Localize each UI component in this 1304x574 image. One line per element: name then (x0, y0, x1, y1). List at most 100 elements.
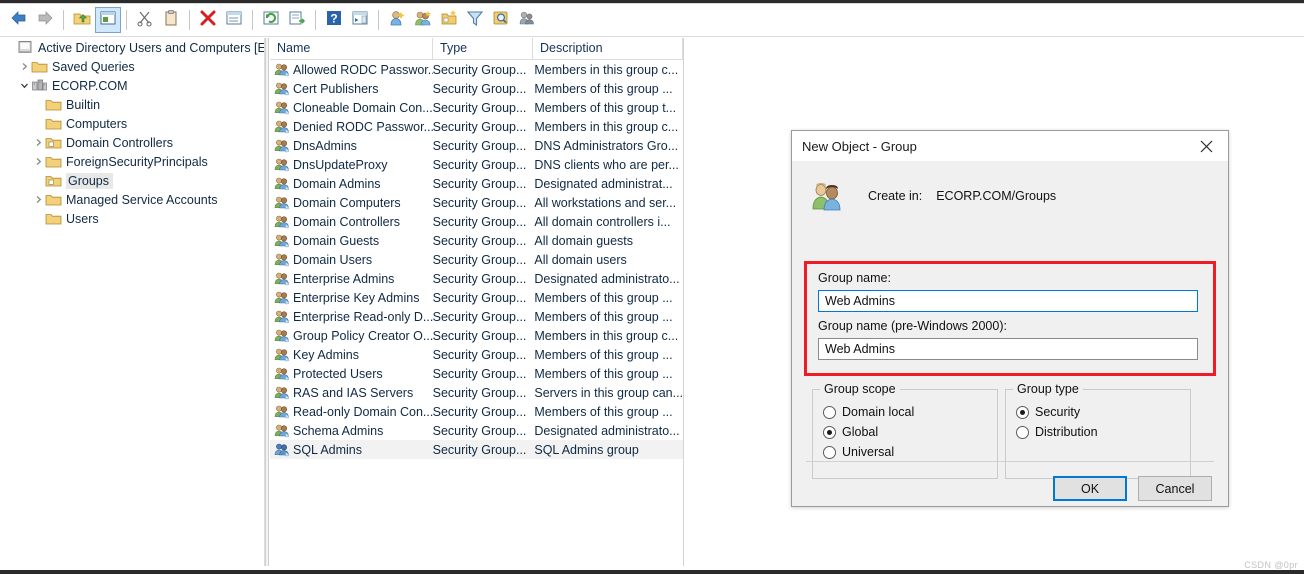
cell-name: Domain Controllers (270, 214, 433, 229)
table-row[interactable]: Key Admins Security Group... Members of th… (270, 345, 683, 364)
group-name-highlight-box: Group name: Group name (pre-Windows 2000… (804, 261, 1216, 376)
new-container-icon (440, 9, 458, 32)
table-row[interactable]: Enterprise Admins Security Group... Design… (270, 269, 683, 288)
cell-description: Members of this group ... (534, 81, 673, 96)
panel-splitter[interactable] (265, 38, 269, 566)
table-row[interactable]: Protected Users Security Group... Members … (270, 364, 683, 383)
export-list-button[interactable] (284, 7, 310, 33)
table-row[interactable]: Group Policy Creator O... Security Group.… (270, 326, 683, 345)
group-name-pre2000-input[interactable] (818, 338, 1198, 360)
back-button[interactable] (6, 7, 32, 33)
group-icon (274, 176, 293, 191)
scope-radio-domain-local[interactable]: Domain local (823, 402, 997, 422)
table-row[interactable]: Schema Admins Security Group... Designated… (270, 421, 683, 440)
chevron-down-icon[interactable] (18, 79, 31, 92)
cell-name: Allowed RODC Passwor... (270, 62, 433, 77)
table-row[interactable]: SQL Admins Security Group... SQL Admins gr… (270, 440, 683, 459)
application-window: ? Active Directory Users and Computers [… (0, 0, 1304, 574)
radio-button[interactable] (823, 445, 836, 459)
tree-item-saved-queries[interactable]: Saved Queries (0, 57, 264, 76)
table-row[interactable]: DnsAdmins Security Group... DNS Administra… (270, 136, 683, 155)
query-button[interactable] (514, 7, 540, 33)
tree-item-builtin[interactable]: Builtin (0, 95, 264, 114)
column-header-description[interactable]: Description (533, 38, 683, 60)
list-column-headers: Name Type Description (270, 38, 683, 60)
table-row[interactable]: Denied RODC Passwor... Security Group... M… (270, 117, 683, 136)
table-row[interactable]: Cert Publishers Security Group... Members … (270, 79, 683, 98)
table-row[interactable]: Domain Controllers Security Group... All d… (270, 212, 683, 231)
table-row[interactable]: Domain Computers Security Group... All wor… (270, 193, 683, 212)
table-row[interactable]: RAS and IAS Servers Security Group... Serv… (270, 383, 683, 402)
chevron-right-icon[interactable] (32, 136, 45, 149)
toolbar-separator (189, 10, 190, 30)
table-row[interactable]: Domain Admins Security Group... Designated… (270, 174, 683, 193)
cancel-button[interactable]: Cancel (1138, 476, 1212, 501)
new-container-button[interactable] (436, 7, 462, 33)
help-button[interactable]: ? (321, 7, 347, 33)
radio-button[interactable] (823, 425, 836, 439)
object-list-panel[interactable]: Name Type Description Allowed RODC Passw… (270, 38, 684, 566)
delete-button[interactable] (195, 7, 221, 33)
folder-up-icon (73, 9, 91, 32)
paste-button[interactable] (158, 7, 184, 33)
tree-item-domain-controllers[interactable]: Domain Controllers (0, 133, 264, 152)
group-icon (274, 423, 293, 438)
find-button[interactable] (488, 7, 514, 33)
group-name-input[interactable] (818, 290, 1198, 312)
cell-name-text: Cert Publishers (293, 81, 379, 96)
table-row[interactable]: Domain Guests Security Group... All domain… (270, 231, 683, 250)
table-row[interactable]: Domain Users Security Group... All domain … (270, 250, 683, 269)
main-toolbar: ? (0, 4, 1304, 36)
tree-item-computers[interactable]: Computers (0, 114, 264, 133)
ok-button[interactable]: OK (1053, 476, 1127, 501)
tree-item-groups[interactable]: Groups (0, 171, 264, 190)
table-row[interactable]: Enterprise Read-only D... Security Group.… (270, 307, 683, 326)
radio-button[interactable] (1016, 425, 1029, 439)
watermark-text: CSDN @0pr (1244, 560, 1298, 570)
radio-button[interactable] (1016, 405, 1029, 419)
column-header-name[interactable]: Name (270, 38, 433, 60)
cut-button[interactable] (132, 7, 158, 33)
cell-name-text: Domain Controllers (293, 214, 400, 229)
console-tree-panel[interactable]: Active Directory Users and Computers [E-… (0, 38, 265, 566)
cell-name-text: Schema Admins (293, 423, 384, 438)
radio-button[interactable] (823, 405, 836, 419)
refresh-button[interactable] (258, 7, 284, 33)
column-header-type[interactable]: Type (433, 38, 533, 60)
chevron-right-icon[interactable] (32, 155, 45, 168)
tree-item-ecorp-com[interactable]: ECORP.COM (0, 76, 264, 95)
tree-item-foreignsecurityprincipals[interactable]: ForeignSecurityPrincipals (0, 152, 264, 171)
chevron-right-icon[interactable] (32, 193, 45, 206)
tree-item-label: Active Directory Users and Computers [E-… (38, 40, 264, 55)
tree-item-managed-service-accounts[interactable]: Managed Service Accounts (0, 190, 264, 209)
table-row[interactable]: Read-only Domain Con... Security Group...… (270, 402, 683, 421)
close-icon[interactable] (1184, 131, 1228, 161)
dialog-title-bar[interactable]: New Object - Group (792, 131, 1228, 161)
show-hide-console-tree-button[interactable] (95, 7, 121, 33)
properties-button[interactable] (221, 7, 247, 33)
properties-icon (225, 9, 243, 32)
filter-button[interactable] (462, 7, 488, 33)
cell-type: Security Group... (432, 119, 527, 134)
chevron-right-icon[interactable] (18, 60, 31, 73)
tree-item-active-directory-users-and-computers-e-rdc[interactable]: Active Directory Users and Computers [E-… (0, 38, 264, 57)
up-one-level-button[interactable] (69, 7, 95, 33)
forward-button[interactable] (32, 7, 58, 33)
table-row[interactable]: Enterprise Key Admins Security Group... Me… (270, 288, 683, 307)
group-icon (274, 81, 293, 96)
tree-item-users[interactable]: Users (0, 209, 264, 228)
type-radio-security[interactable]: Security (1016, 402, 1190, 422)
scope-radio-global[interactable]: Global (823, 422, 997, 442)
cell-name: Group Policy Creator O... (270, 328, 433, 343)
cell-name: Domain Users (270, 252, 433, 267)
cell-type: Security Group... (432, 423, 527, 438)
new-group-button[interactable] (410, 7, 436, 33)
show-hide-action-pane-button[interactable] (347, 7, 373, 33)
table-row[interactable]: DnsUpdateProxy Security Group... DNS clien… (270, 155, 683, 174)
dialog-separator (806, 461, 1214, 462)
scope-radio-universal[interactable]: Universal (823, 442, 997, 462)
new-user-button[interactable] (384, 7, 410, 33)
table-row[interactable]: Cloneable Domain Con... Security Group...… (270, 98, 683, 117)
table-row[interactable]: Allowed RODC Passwor... Security Group...… (270, 60, 683, 79)
type-radio-distribution[interactable]: Distribution (1016, 422, 1190, 442)
